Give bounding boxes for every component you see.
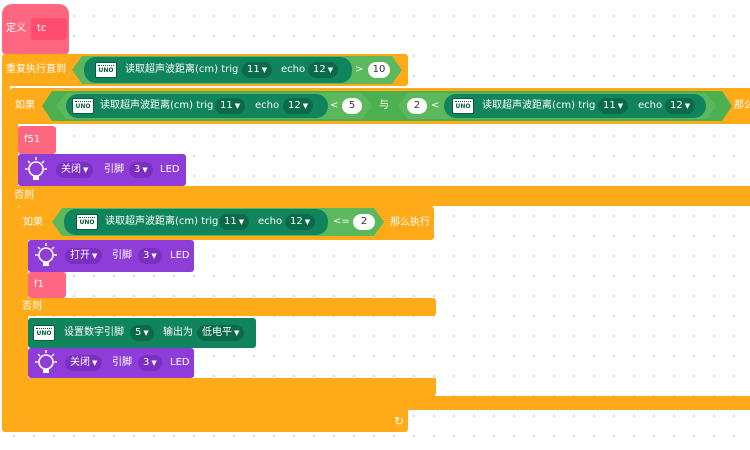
value-input-2[interactable]: 2 (407, 98, 427, 114)
loop-arrow-icon: ↻ (394, 414, 405, 428)
if-outer-footer (10, 396, 750, 410)
else-label: 否则 (14, 190, 34, 201)
level-dropdown[interactable]: 低电平 ▼ (197, 325, 245, 341)
led-state-dropdown[interactable]: 关闭 ▼ (56, 162, 94, 178)
trig-dropdown[interactable]: 11 ▼ (242, 62, 273, 78)
led-suffix: LED (170, 357, 190, 368)
call-f51-label: f51 (24, 134, 41, 145)
repeat-until-label: 重复执行直到 (6, 64, 66, 75)
echo-label: echo (281, 64, 306, 75)
else-label: 否则 (22, 301, 42, 312)
led-pin-label: 引脚 (104, 164, 124, 175)
if-label: 如果 (15, 100, 35, 111)
define-name: tc (37, 23, 47, 34)
uno-board-icon: UNO (33, 325, 55, 341)
then-execute-label: 那么执行 (390, 217, 430, 228)
trig-dropdown[interactable]: 11 ▼ (219, 214, 250, 230)
if-arm (10, 122, 18, 418)
led-state-dropdown[interactable]: 打开 ▼ (65, 248, 103, 264)
led-pin-label: 引脚 (112, 357, 132, 368)
light-bulb-icon (35, 243, 57, 266)
sensor-label: 读取超声波距离(cm) trig (125, 64, 239, 75)
then-label: 那么 (734, 100, 750, 111)
if-inner-footer (18, 378, 436, 396)
light-bulb-icon (25, 157, 47, 180)
threshold-input[interactable]: 10 (368, 62, 390, 78)
if-label: 如果 (23, 217, 43, 228)
greater-than-symbol: > (355, 64, 364, 75)
led-pin-dropdown[interactable]: 3 ▼ (129, 162, 153, 178)
uno-board-icon: UNO (95, 62, 117, 78)
output-as-label: 输出为 (163, 327, 193, 338)
less-than-symbol: < (330, 100, 339, 111)
echo-dropdown[interactable]: 12 ▼ (283, 98, 314, 114)
led-state-dropdown[interactable]: 关闭 ▼ (65, 355, 103, 371)
and-label: 与 (379, 100, 389, 111)
else-block-1 (10, 186, 750, 206)
uno-board-icon: UNO (76, 214, 98, 230)
uno-board-icon: UNO (72, 98, 94, 114)
set-digital-label: 设置数字引脚 (64, 327, 124, 338)
repeat-loop-arm (2, 84, 10, 420)
value-input-2[interactable]: 2 (353, 214, 375, 230)
trig-dropdown[interactable]: 11 ▼ (598, 98, 629, 114)
define-label: 定义 (6, 23, 26, 34)
else-block-2 (18, 298, 436, 316)
sensor-label: 读取超声波距离(cm) trig (482, 100, 596, 111)
echo-label: echo (255, 100, 280, 111)
sensor-label: 读取超声波距离(cm) trig (105, 216, 219, 227)
led-suffix: LED (170, 250, 190, 261)
led-pin-label: 引脚 (112, 250, 132, 261)
trig-dropdown[interactable]: 11 ▼ (215, 98, 246, 114)
less-than-symbol: < (431, 100, 440, 111)
echo-label: echo (258, 216, 283, 227)
echo-dropdown[interactable]: 12 ▼ (285, 214, 316, 230)
uno-board-icon: UNO (452, 98, 474, 114)
light-bulb-icon (35, 350, 57, 373)
led-suffix: LED (160, 164, 180, 175)
sensor-label: 读取超声波距离(cm) trig (100, 100, 214, 111)
digital-pin-dropdown[interactable]: 5 ▼ (130, 325, 154, 341)
value-input-5[interactable]: 5 (342, 98, 362, 114)
less-equal-symbol: <= (333, 216, 350, 227)
call-f1-label: f1 (34, 279, 44, 290)
led-pin-dropdown[interactable]: 3 ▼ (138, 355, 162, 371)
echo-dropdown[interactable]: 12 ▼ (665, 98, 696, 114)
led-pin-dropdown[interactable]: 3 ▼ (138, 248, 162, 264)
echo-dropdown[interactable]: 12 ▼ (308, 62, 339, 78)
repeat-loop-footer (2, 410, 408, 432)
echo-label: echo (638, 100, 663, 111)
if-inner-arm (18, 238, 28, 398)
